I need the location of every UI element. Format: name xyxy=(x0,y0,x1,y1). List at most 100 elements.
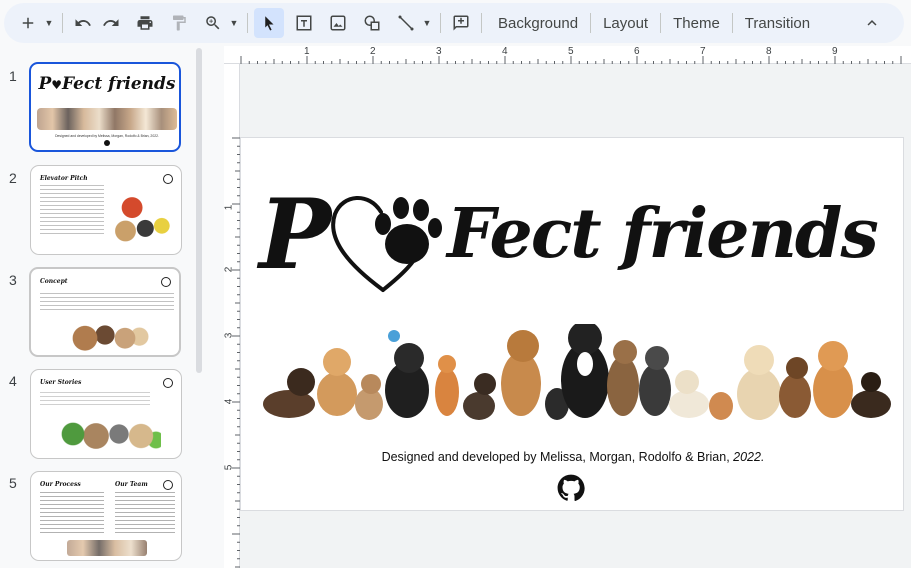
theme-menu[interactable]: Theme xyxy=(663,8,730,38)
slide-number: 5 xyxy=(9,475,17,491)
ruler-label: 1 xyxy=(223,204,235,211)
zoom-icon xyxy=(206,16,220,30)
cat-orange xyxy=(435,355,459,416)
thumb-title: User Stories xyxy=(40,379,82,386)
new-slide-caret-icon[interactable]: ▼ xyxy=(42,18,56,28)
cat-small xyxy=(709,392,733,420)
thumb-title: Elevator Pitch xyxy=(40,175,88,182)
collapse-toolbar-button[interactable] xyxy=(858,8,886,38)
thumb-body-text xyxy=(40,293,174,313)
credits-text[interactable]: Designed and developed by Melissa, Morga… xyxy=(241,450,905,464)
slides-editor: ▼ ▼ ▼ Background Layout Theme Transition… xyxy=(0,0,911,568)
dog-shepherd-left xyxy=(263,368,315,418)
ruler-label: 1 xyxy=(304,46,310,57)
line-caret-icon[interactable]: ▼ xyxy=(420,18,434,28)
parakeet xyxy=(388,330,400,342)
zoom-button[interactable] xyxy=(199,8,227,38)
image-icon xyxy=(330,15,346,31)
insert-image-button[interactable] xyxy=(324,8,352,38)
slide-thumbnail-4[interactable]: User Stories xyxy=(30,369,182,459)
heart-paw-icon xyxy=(331,196,442,292)
thumb-animals-image xyxy=(69,319,149,351)
thumb-animals-image xyxy=(67,540,147,556)
shape-button[interactable] xyxy=(358,8,386,38)
text-box-button[interactable] xyxy=(290,8,318,38)
slide-filmstrip: 1 P♥Fect friends Designed and developed … xyxy=(0,48,218,568)
slide-number: 2 xyxy=(9,170,17,186)
current-slide[interactable]: P Fect friends Designed and developed by… xyxy=(240,137,904,511)
thumb-animals-image xyxy=(61,412,161,452)
slide-thumbnail-3[interactable]: Concept xyxy=(29,267,181,357)
paint-format-button[interactable] xyxy=(165,8,193,38)
redo-icon xyxy=(103,19,119,26)
print-button[interactable] xyxy=(131,8,159,38)
transition-menu[interactable]: Transition xyxy=(735,8,820,38)
animals-banner-image[interactable] xyxy=(259,324,899,424)
ruler-label: 2 xyxy=(223,266,235,273)
new-slide-button[interactable] xyxy=(14,8,42,38)
ruler-label: 8 xyxy=(766,46,772,57)
divider xyxy=(62,13,63,33)
divider xyxy=(247,13,248,33)
horizontal-ruler[interactable]: 1 2 3 4 5 6 7 8 9 xyxy=(224,46,911,64)
thumb-body-text xyxy=(40,185,104,235)
thumb-paw-icon xyxy=(163,378,173,388)
credits-year: 2022. xyxy=(733,450,765,464)
dog-lab-white xyxy=(669,370,709,418)
paint-roller-icon xyxy=(173,15,186,31)
line-button[interactable] xyxy=(392,8,420,38)
shapes-icon xyxy=(364,15,380,31)
thumb-paw-icon xyxy=(163,174,173,184)
dog-spaniel xyxy=(501,330,541,416)
background-menu[interactable]: Background xyxy=(488,8,588,38)
dog-small-dark xyxy=(463,373,496,420)
title-rest: Fect friends xyxy=(447,194,879,274)
toolbar: ▼ ▼ ▼ Background Layout Theme Transition xyxy=(4,3,904,43)
divider xyxy=(660,13,662,33)
ruler-label: 2 xyxy=(370,46,376,57)
filmstrip-scrollbar[interactable] xyxy=(196,48,202,373)
thumb-title: P♥Fect friends xyxy=(38,74,176,94)
line-icon xyxy=(398,15,414,31)
dog-black xyxy=(385,343,429,418)
slide-thumbnail-5[interactable]: Our Process Our Team xyxy=(30,471,182,561)
title-letter-p: P xyxy=(259,178,332,291)
ruler-ticks xyxy=(232,137,240,568)
slide-thumbnail-1[interactable]: P♥Fect friends Designed and developed by… xyxy=(29,62,181,152)
ruler-label: 6 xyxy=(634,46,640,57)
printer-icon xyxy=(137,16,153,30)
zoom-caret-icon[interactable]: ▼ xyxy=(227,18,241,28)
dog-mixed xyxy=(607,340,639,416)
dog-golden-pup xyxy=(737,345,781,420)
thumb-animals-image xyxy=(109,192,175,244)
select-tool-button[interactable] xyxy=(254,8,284,38)
divider xyxy=(731,13,733,33)
cat-tabby xyxy=(355,374,383,420)
slide-number: 4 xyxy=(9,373,17,389)
thumb-body-text xyxy=(40,392,150,406)
thumb-github-icon xyxy=(104,140,110,146)
layout-menu[interactable]: Layout xyxy=(593,8,658,38)
ruler-label: 9 xyxy=(832,46,838,57)
github-icon[interactable] xyxy=(557,474,585,502)
divider xyxy=(590,13,592,33)
undo-icon xyxy=(75,19,91,26)
add-comment-icon xyxy=(453,15,469,31)
credits-prefix: Designed and developed by Melissa, Morga… xyxy=(381,450,734,464)
thumb-title-right: Our Team xyxy=(115,481,148,488)
ruler-label: 4 xyxy=(502,46,508,57)
thumb-paw-icon xyxy=(161,277,171,287)
slide-thumbnail-2[interactable]: Elevator Pitch xyxy=(30,165,182,255)
redo-button[interactable] xyxy=(97,8,125,38)
dog-husky-pup xyxy=(639,346,671,416)
thumb-body-text-right xyxy=(115,492,175,536)
chevron-up-icon xyxy=(867,20,877,26)
ruler-label: 7 xyxy=(700,46,706,57)
dog-corgi-right xyxy=(813,341,853,418)
comment-button[interactable] xyxy=(447,8,475,38)
ruler-label: 3 xyxy=(223,332,235,339)
ruler-label: 3 xyxy=(436,46,442,57)
undo-button[interactable] xyxy=(69,8,97,38)
slide-title[interactable]: P Fect friends xyxy=(259,174,899,304)
vertical-ruler[interactable]: 1 2 3 4 5 xyxy=(223,64,240,568)
